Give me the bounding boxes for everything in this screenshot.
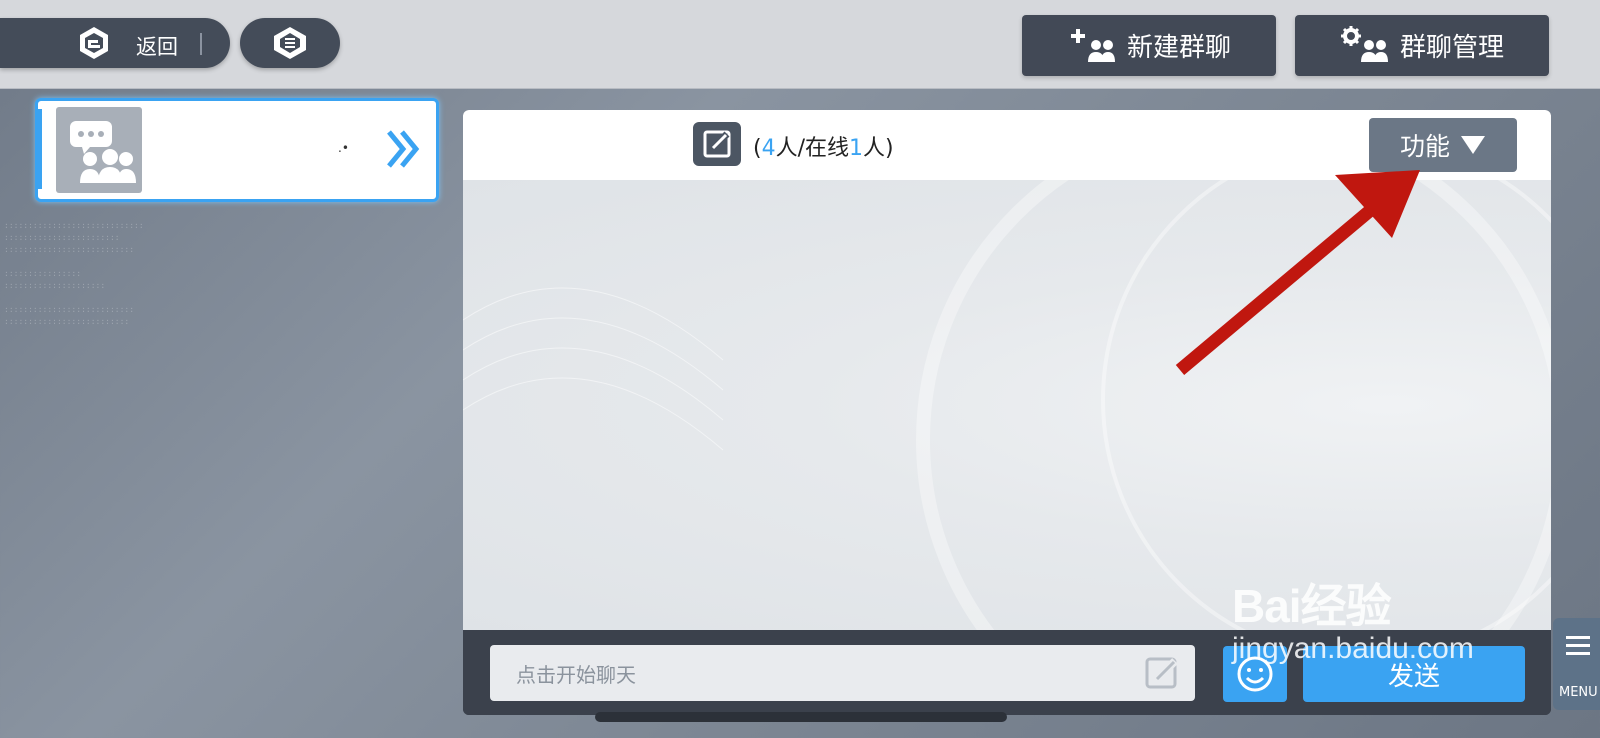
back-button[interactable]: 返回 — [0, 18, 230, 68]
group-avatar — [56, 107, 142, 193]
add-group-icon — [1070, 28, 1115, 62]
background-decoration: ::::::::::::::::::::::::::::: ::::::::::… — [4, 221, 144, 326]
double-chevron-right-icon — [387, 130, 420, 168]
watermark-url: jingyan.baidu.com — [1232, 632, 1474, 665]
member-online: 1 — [849, 136, 864, 161]
member-count-open: ( — [753, 136, 762, 161]
watermark: Bai经验 jingyan.baidu.com — [1232, 570, 1474, 666]
top-bar: 返回 新建群聊 群聊管理 — [0, 0, 1600, 89]
member-total: 4 — [761, 136, 776, 161]
edit-group-name-button[interactable] — [693, 122, 741, 166]
function-label: 功能 — [1399, 132, 1450, 161]
annotation-arrow-icon — [1175, 170, 1420, 375]
menu-button[interactable]: MENU — [1553, 618, 1600, 710]
chat-input-field[interactable]: 点击开始聊天 — [490, 645, 1195, 701]
home-logo-icon — [274, 27, 306, 59]
triangle-down-icon — [1461, 136, 1485, 154]
home-indicator — [595, 712, 1007, 722]
group-chat-icon — [70, 121, 136, 183]
home-button[interactable] — [240, 18, 340, 68]
divider — [200, 33, 202, 55]
function-dropdown-button[interactable]: 功能 — [1369, 118, 1517, 172]
edit-icon — [1145, 657, 1178, 689]
menu-icon — [1566, 636, 1590, 655]
app-logo-icon — [80, 27, 108, 59]
new-group-button[interactable]: 新建群聊 — [1022, 15, 1276, 76]
member-count-close: 人) — [863, 136, 894, 161]
chat-input-placeholder: 点击开始聊天 — [516, 662, 636, 687]
menu-label: MENU — [1559, 685, 1598, 700]
group-name: .• — [338, 141, 349, 155]
group-list-item[interactable]: .• — [35, 98, 439, 202]
member-count: (4人/在线1人) — [753, 130, 894, 162]
back-label: 返回 — [136, 35, 178, 59]
manage-group-button[interactable]: 群聊管理 — [1295, 15, 1549, 76]
group-settings-icon — [1340, 25, 1388, 62]
selected-indicator — [38, 109, 42, 189]
manage-group-label: 群聊管理 — [1399, 33, 1504, 63]
member-count-mid: 人/在线 — [775, 136, 850, 161]
watermark-brand: Bai经验 — [1232, 580, 1392, 632]
new-group-label: 新建群聊 — [1126, 33, 1231, 63]
edit-icon — [703, 130, 731, 158]
